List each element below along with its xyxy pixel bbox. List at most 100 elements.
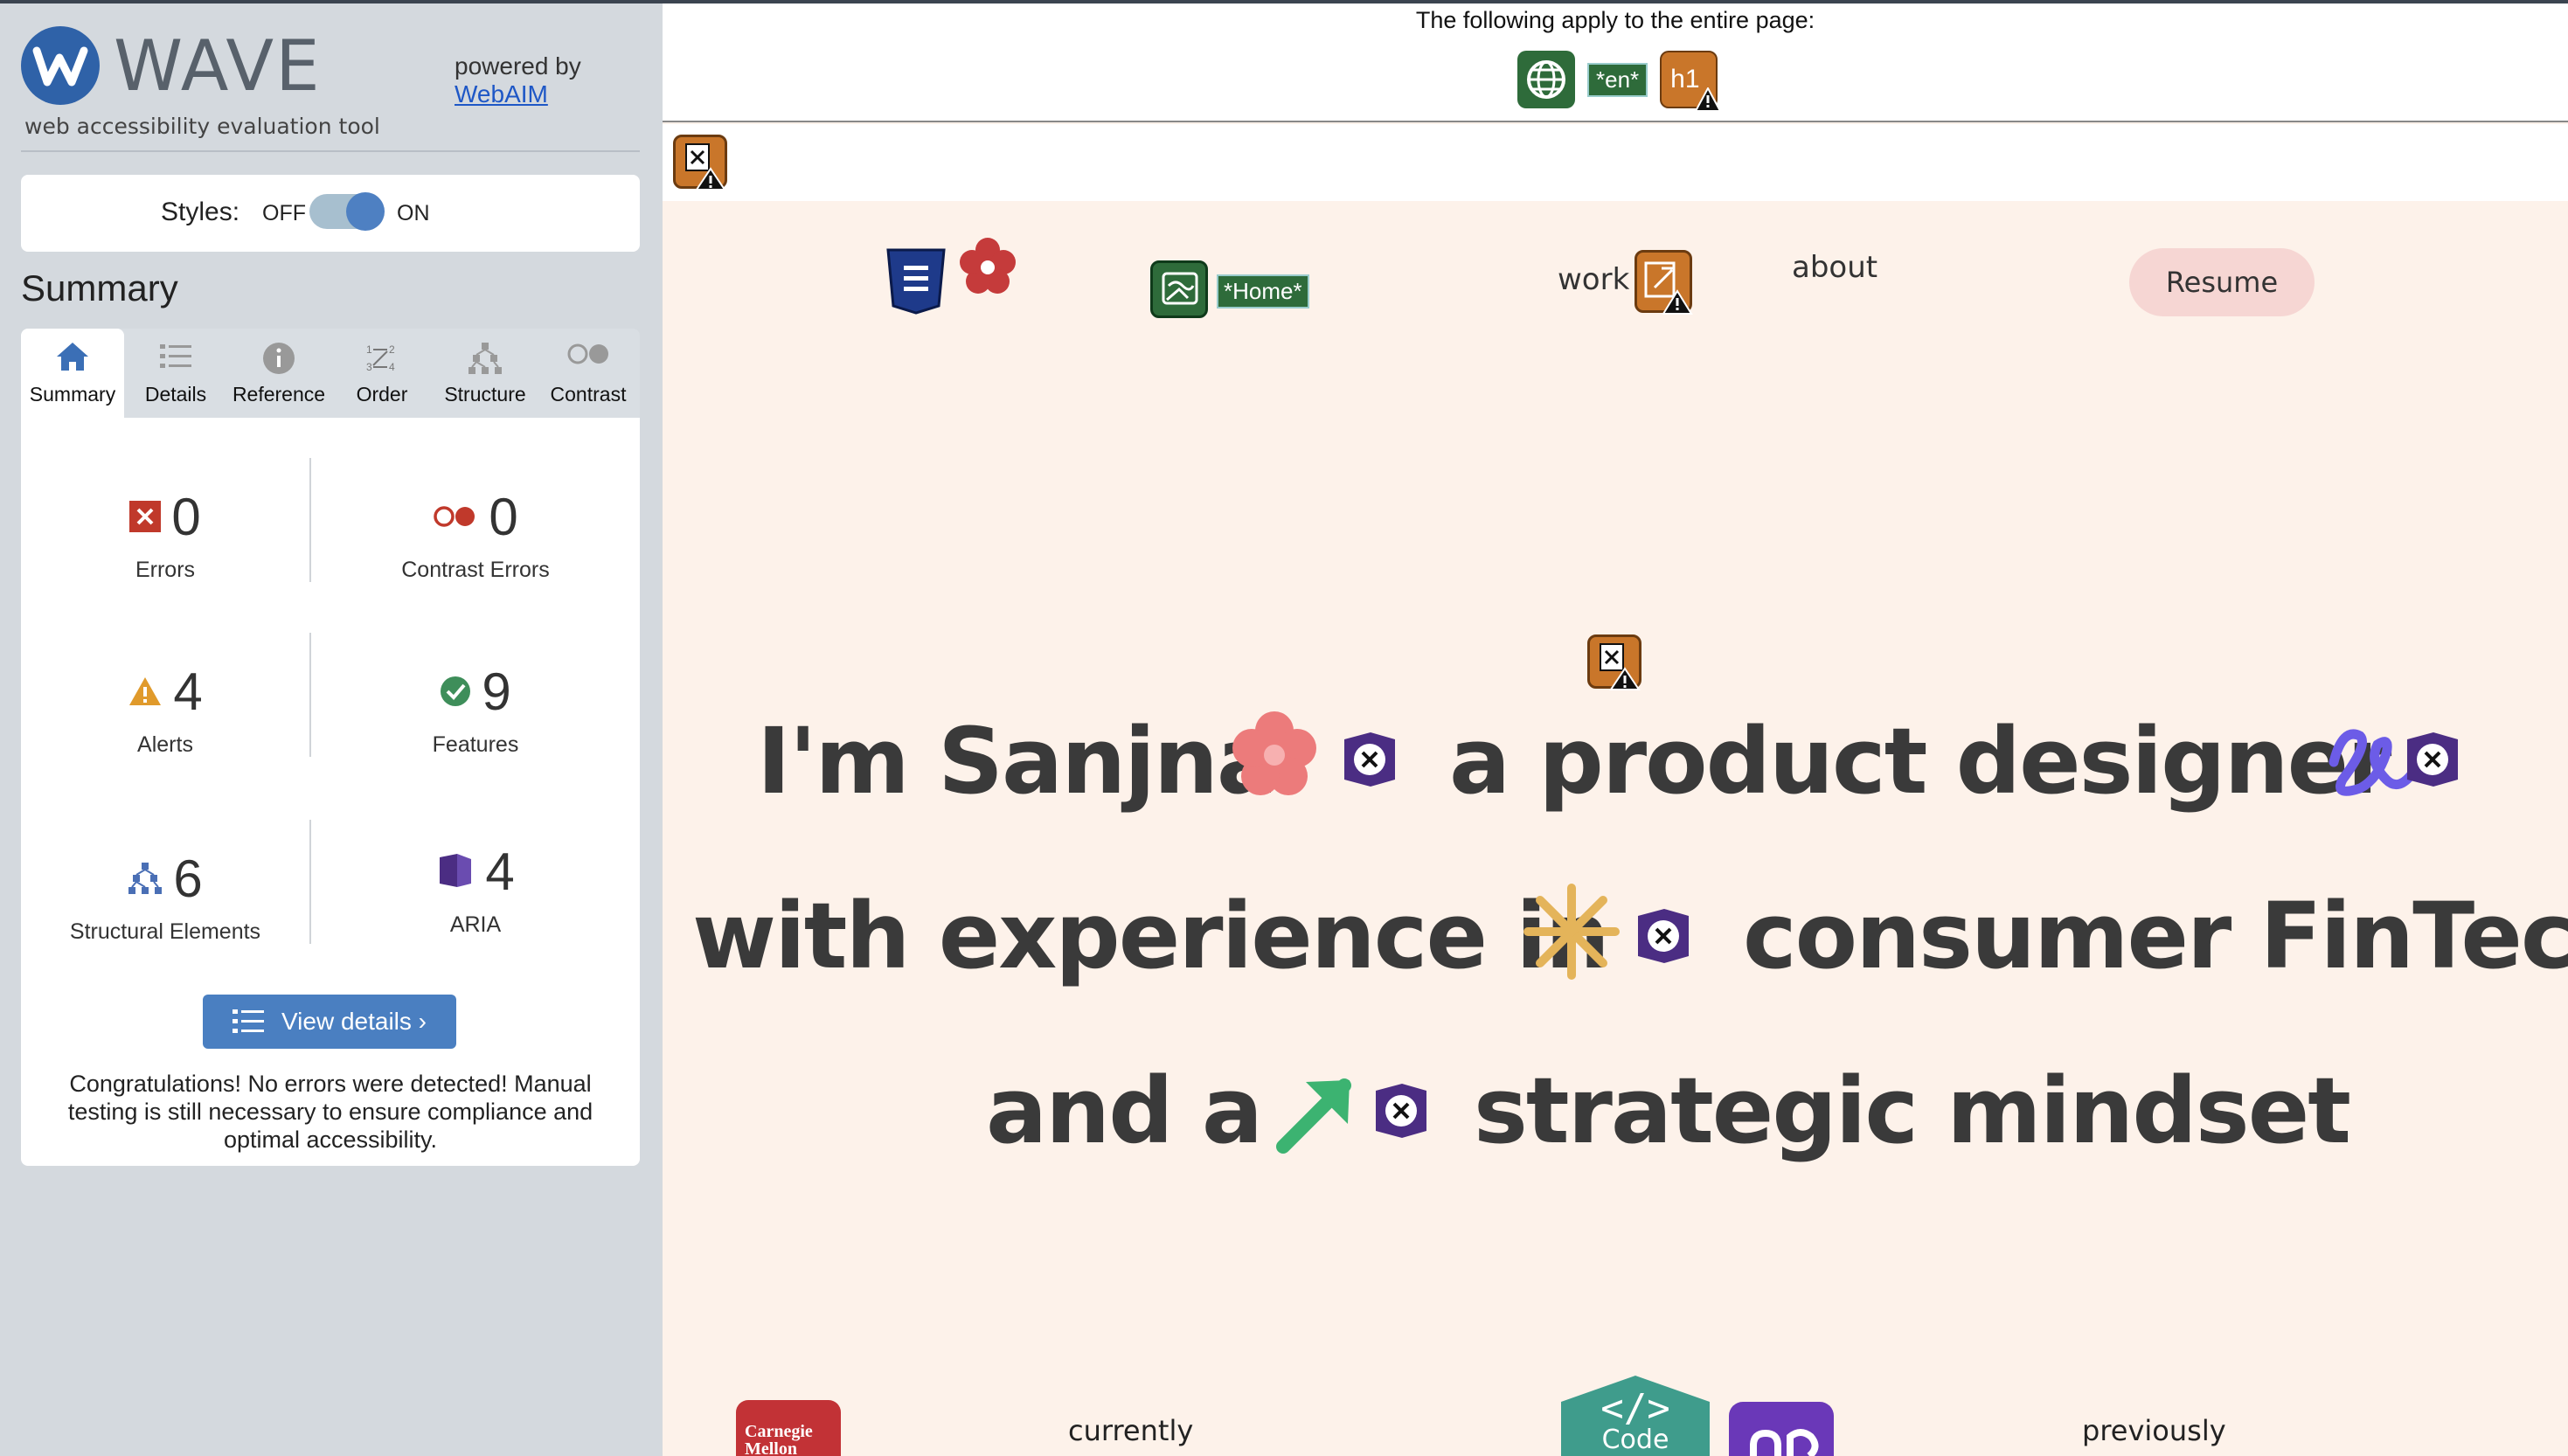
code-badge-label: Code xyxy=(1601,1425,1669,1455)
alert-icon xyxy=(129,677,162,705)
html5-structure-icon[interactable] xyxy=(885,248,947,315)
tab-label: Structure xyxy=(444,383,526,406)
cmu-logo: Carnegie Mellon xyxy=(736,1400,841,1456)
svg-text:2: 2 xyxy=(389,343,395,356)
hero-text-3b: strategic mindset xyxy=(1474,1057,2351,1164)
alert-count: 4 xyxy=(173,662,203,721)
aria-hidden-icon[interactable] xyxy=(1339,729,1400,790)
tab-details[interactable]: Details xyxy=(124,329,227,418)
structure-icon xyxy=(468,343,502,374)
home-link-text-chip[interactable]: *Home* xyxy=(1217,274,1309,309)
aria-hidden-icon[interactable] xyxy=(2402,729,2463,790)
resume-button[interactable]: Resume xyxy=(2129,248,2315,316)
language-chip[interactable]: *en* xyxy=(1587,62,1648,97)
stat-features[interactable]: 9 Features xyxy=(311,661,640,835)
tab-label: Contrast xyxy=(550,383,627,406)
styles-on-label: ON xyxy=(397,201,430,225)
nav-work[interactable]: work xyxy=(1558,262,1629,297)
cmu-logo-text: Carnegie Mellon xyxy=(745,1422,813,1456)
svg-text:1: 1 xyxy=(366,343,372,356)
structure-icon xyxy=(128,863,163,894)
home-icon xyxy=(57,343,88,371)
hero-text-3a: and a xyxy=(986,1057,1263,1164)
styles-off-label: OFF xyxy=(262,201,306,225)
previously-label: previously xyxy=(2082,1414,2226,1447)
flower-icon xyxy=(1227,706,1322,801)
aria-label: ARIA xyxy=(449,912,502,937)
info-icon xyxy=(263,343,295,374)
top-strip xyxy=(663,124,2568,201)
tab-summary[interactable]: Summary xyxy=(21,329,124,418)
tab-structure[interactable]: Structure xyxy=(434,329,537,418)
contrast-error-count: 0 xyxy=(489,487,518,546)
hero-text-2a: with experience in xyxy=(692,883,1610,989)
divider xyxy=(21,150,640,152)
tab-contrast[interactable]: Contrast xyxy=(537,329,640,418)
feature-label: Features xyxy=(432,732,519,757)
aria-hidden-icon[interactable] xyxy=(1371,1080,1432,1141)
summary-heading: Summary xyxy=(21,267,178,309)
asterisk-icon xyxy=(1523,883,1621,981)
svg-text:4: 4 xyxy=(389,361,395,373)
error-label: Errors xyxy=(135,558,196,582)
panel-tabs: Summary Details Reference 1 2 3 4 Order Str… xyxy=(21,329,640,418)
h1-alert-icon[interactable]: h1 xyxy=(1660,51,1722,112)
aria-hidden-icon[interactable] xyxy=(1633,905,1694,967)
styles-toggle-box: Styles: OFF ON xyxy=(21,175,640,252)
page-global-text: The following apply to the entire page: xyxy=(1415,7,1815,33)
list-icon xyxy=(160,344,191,368)
view-details-button[interactable]: View details › xyxy=(203,995,456,1049)
stat-errors[interactable]: 0 Errors xyxy=(21,486,309,661)
tab-label: Details xyxy=(144,383,207,406)
currently-label: currently xyxy=(1068,1414,1194,1447)
wave-subtitle: web accessibility evaluation tool xyxy=(24,114,380,139)
flower-logo-icon xyxy=(956,234,1019,297)
contrast-error-label: Contrast Errors xyxy=(401,558,550,582)
error-count: 0 xyxy=(171,487,201,546)
stat-alerts[interactable]: 4 Alerts xyxy=(21,661,309,835)
tab-order[interactable]: 1 2 3 4 Order xyxy=(330,329,434,418)
stat-contrast-errors[interactable]: 0 Contrast Errors xyxy=(311,486,640,661)
hero-text-1b: a product designer xyxy=(1449,708,2391,815)
company-logo xyxy=(1729,1402,1834,1456)
window-top-border xyxy=(0,0,2568,3)
missing-alt-alert-icon[interactable] xyxy=(1587,634,1641,690)
tab-label: Summary xyxy=(29,383,116,406)
summary-card: 0 Errors 0 Contrast Errors 4 Alerts 9 Fe… xyxy=(21,418,640,1166)
view-details-label: View details › xyxy=(281,1008,427,1035)
toggle-knob xyxy=(346,192,385,231)
page-global-bar: The following apply to the entire page: … xyxy=(663,3,2568,122)
linked-image-icon[interactable] xyxy=(1150,260,1208,318)
wave-logo-icon xyxy=(21,26,100,105)
feature-count: 9 xyxy=(482,662,511,721)
svg-text:3: 3 xyxy=(366,361,372,373)
missing-alt-alert-icon[interactable] xyxy=(673,135,727,191)
powered-by: powered by WebAIM xyxy=(455,52,581,108)
hero-text-2b: consumer FinTech xyxy=(1743,883,2568,989)
tab-reference[interactable]: Reference xyxy=(227,329,330,418)
nav-about[interactable]: about xyxy=(1792,250,1877,285)
styles-label: Styles: xyxy=(161,198,240,226)
webaim-link[interactable]: WebAIM xyxy=(455,80,581,108)
redundant-link-alert-icon[interactable] xyxy=(1634,250,1693,315)
structural-label: Structural Elements xyxy=(69,919,261,944)
order-icon: 1 2 3 4 xyxy=(366,343,395,373)
evaluated-page: The following apply to the entire page: … xyxy=(663,0,2568,1456)
wave-title: WAVE xyxy=(114,25,322,107)
contrast-error-icon xyxy=(434,506,475,527)
powered-by-text: powered by xyxy=(455,52,581,80)
tab-label: Order xyxy=(356,383,408,406)
list-icon xyxy=(232,1009,264,1033)
stat-aria[interactable]: 4 ARIA xyxy=(311,841,640,1016)
arrow-up-right-icon xyxy=(1271,1068,1362,1159)
congrats-message: Congratulations! No errors were detected… xyxy=(67,1071,593,1153)
aria-icon xyxy=(440,854,472,887)
styles-toggle[interactable] xyxy=(309,192,385,231)
tab-label: Reference xyxy=(232,383,326,406)
alert-label: Alerts xyxy=(137,732,193,757)
aria-count: 4 xyxy=(485,842,515,901)
code-badge-icon: </> Code xyxy=(1552,1376,1718,1456)
language-globe-icon[interactable] xyxy=(1517,51,1575,108)
structural-count: 6 xyxy=(173,849,203,908)
hero-text-1a: I'm Sanjna xyxy=(757,708,1278,815)
